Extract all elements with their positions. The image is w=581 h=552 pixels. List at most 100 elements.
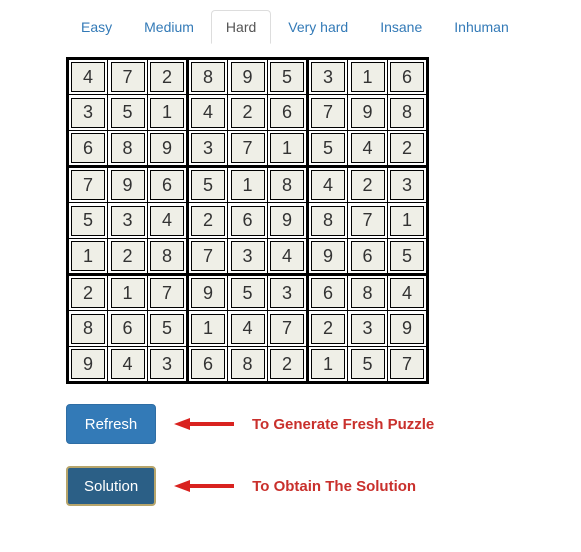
grid-cell: 4 [148, 203, 188, 239]
cell-value: 2 [111, 241, 145, 271]
grid-cell: 6 [228, 203, 268, 239]
cell-value: 1 [191, 314, 225, 344]
cell-value: 9 [111, 170, 145, 200]
grid-cell: 6 [68, 131, 108, 167]
grid-cell: 8 [228, 347, 268, 383]
cell-value: 4 [111, 349, 145, 379]
grid-cell: 9 [228, 59, 268, 95]
tab-easy[interactable]: Easy [66, 10, 127, 44]
grid-cell: 1 [68, 239, 108, 275]
cell-value: 6 [390, 62, 424, 92]
tab-inhuman[interactable]: Inhuman [439, 10, 523, 44]
grid-cell: 7 [228, 131, 268, 167]
grid-cell: 4 [108, 347, 148, 383]
grid-row: 5 3 4 2 6 9 8 7 1 [68, 203, 428, 239]
grid-cell: 3 [148, 347, 188, 383]
grid-cell: 3 [388, 167, 428, 203]
tab-hard[interactable]: Hard [211, 10, 271, 44]
cell-value: 4 [390, 278, 424, 308]
cell-value: 9 [71, 349, 105, 379]
grid-cell: 7 [268, 311, 308, 347]
cell-value: 3 [270, 278, 304, 308]
grid-cell: 8 [68, 311, 108, 347]
grid-cell: 4 [388, 275, 428, 311]
grid-cell: 6 [388, 59, 428, 95]
cell-value: 8 [191, 62, 225, 92]
grid-cell: 6 [268, 95, 308, 131]
grid-cell: 5 [188, 167, 228, 203]
cell-value: 1 [270, 133, 304, 163]
grid-cell: 8 [348, 275, 388, 311]
difficulty-tabs: Easy Medium Hard Very hard Insane Inhuma… [0, 0, 581, 45]
cell-value: 2 [311, 314, 345, 344]
grid-cell: 9 [148, 131, 188, 167]
grid-cell: 6 [308, 275, 348, 311]
cell-value: 6 [71, 133, 105, 163]
grid-cell: 7 [108, 59, 148, 95]
grid-cell: 6 [348, 239, 388, 275]
grid-cell: 8 [108, 131, 148, 167]
cell-value: 7 [71, 170, 105, 200]
grid-cell: 3 [268, 275, 308, 311]
cell-value: 1 [390, 206, 424, 236]
cell-value: 3 [311, 62, 345, 92]
cell-value: 4 [270, 241, 304, 271]
cell-value: 8 [231, 349, 265, 379]
cell-value: 9 [191, 278, 225, 308]
grid-cell: 7 [348, 203, 388, 239]
cell-value: 4 [311, 170, 345, 200]
grid-cell: 1 [108, 275, 148, 311]
cell-value: 3 [351, 314, 385, 344]
grid-cell: 6 [148, 167, 188, 203]
cell-value: 9 [270, 206, 304, 236]
cell-value: 2 [390, 133, 424, 163]
grid-cell: 3 [348, 311, 388, 347]
cell-value: 1 [150, 98, 184, 128]
cell-value: 4 [150, 206, 184, 236]
grid-cell: 5 [268, 59, 308, 95]
cell-value: 9 [390, 314, 424, 344]
cell-value: 5 [150, 314, 184, 344]
grid-cell: 9 [188, 275, 228, 311]
grid-cell: 3 [108, 203, 148, 239]
refresh-caption: To Generate Fresh Puzzle [252, 416, 434, 433]
grid-cell: 9 [108, 167, 148, 203]
grid-cell: 2 [388, 131, 428, 167]
grid-cell: 1 [308, 347, 348, 383]
tab-medium[interactable]: Medium [129, 10, 209, 44]
grid-row: 7 9 6 5 1 8 4 2 3 [68, 167, 428, 203]
cell-value: 3 [150, 349, 184, 379]
cell-value: 8 [311, 206, 345, 236]
cell-value: 5 [231, 278, 265, 308]
grid-cell: 5 [348, 347, 388, 383]
cell-value: 3 [191, 133, 225, 163]
grid-cell: 1 [188, 311, 228, 347]
grid-cell: 4 [348, 131, 388, 167]
cell-value: 7 [111, 62, 145, 92]
refresh-button[interactable]: Refresh [66, 404, 156, 444]
solution-button[interactable]: Solution [66, 466, 156, 506]
cell-value: 8 [390, 98, 424, 128]
cell-value: 4 [71, 62, 105, 92]
tab-insane[interactable]: Insane [365, 10, 437, 44]
grid-cell: 5 [228, 275, 268, 311]
grid-row: 8 6 5 1 4 7 2 3 9 [68, 311, 428, 347]
cell-value: 7 [311, 98, 345, 128]
grid-cell: 3 [68, 95, 108, 131]
cell-value: 3 [111, 206, 145, 236]
cell-value: 3 [71, 98, 105, 128]
cell-value: 1 [311, 349, 345, 379]
grid-cell: 4 [308, 167, 348, 203]
cell-value: 4 [351, 133, 385, 163]
grid-cell: 6 [188, 347, 228, 383]
cell-value: 4 [191, 98, 225, 128]
grid-cell: 2 [348, 167, 388, 203]
grid-cell: 8 [308, 203, 348, 239]
grid-cell: 5 [308, 131, 348, 167]
cell-value: 8 [71, 314, 105, 344]
grid-cell: 5 [108, 95, 148, 131]
grid-cell: 8 [148, 239, 188, 275]
tab-very-hard[interactable]: Very hard [273, 10, 363, 44]
cell-value: 8 [351, 278, 385, 308]
grid-cell: 6 [108, 311, 148, 347]
